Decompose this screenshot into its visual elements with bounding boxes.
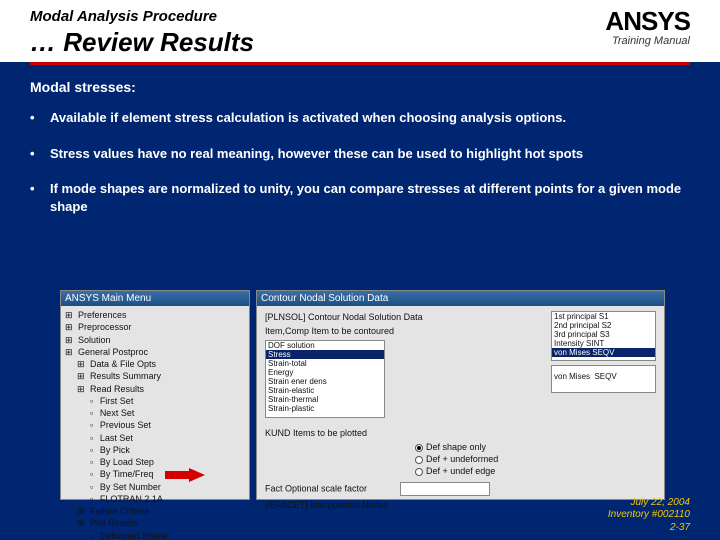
list-item[interactable]: Intensity SINT [552,339,655,348]
tree-title: ANSYS Main Menu [61,291,249,306]
dialog-panel: Contour Nodal Solution Data [PLNSOL] Con… [256,290,665,500]
tree-item[interactable]: ▫ Next Set [65,408,245,420]
list-item[interactable]: Strain ener dens [266,377,384,386]
radio-def-undef-edge[interactable]: Def + undef edge [415,466,656,476]
tree-item[interactable]: ⊞ Plot Results [65,518,245,530]
radio-def-shape-only[interactable]: Def shape only [415,442,656,452]
list-item[interactable]: Stress [266,350,384,359]
dialog-title: Contour Nodal Solution Data [257,291,664,306]
bullet-text: If mode shapes are normalized to unity, … [50,180,690,215]
dialog-body: [PLNSOL] Contour Nodal Solution Data Ite… [257,306,664,520]
ansys-logo: ANSYS [605,6,690,37]
bullet-list: •Available if element stress calculation… [30,109,690,215]
logo-block: ANSYS Training Manual [605,6,690,47]
radio-label: Def + undef edge [426,466,495,476]
header-overline: Modal Analysis Procedure [30,8,690,25]
tree-item[interactable]: ▫ Deformed Shape [65,531,245,540]
tree-item[interactable]: ⊞ Failure Criteria [65,506,245,518]
list-item[interactable]: von Mises SEQV [552,348,655,357]
bullet-text: Stress values have no real meaning, howe… [50,145,583,163]
list-item[interactable]: Strain-elastic [266,386,384,395]
tree-item[interactable]: ▫ By Pick [65,445,245,457]
fact-label: Fact Optional scale factor [265,483,367,493]
tree-item[interactable]: ⊞ Preferences [65,310,245,322]
radio-dot-icon [415,444,423,452]
tree-item[interactable]: ▫ FLOTRAN 2.1A [65,494,245,506]
list-item[interactable]: 3rd principal S3 [552,330,655,339]
logo-subtitle: Training Manual [605,35,690,47]
red-arrow-icon [165,468,205,482]
echo-value: SEQV [594,372,616,381]
bullet-item: •If mode shapes are normalized to unity,… [30,180,690,215]
tree-item[interactable]: ⊞ Read Results [65,384,245,396]
footer-block: July 22, 2004 Inventory #002110 2-37 [608,497,690,535]
tree-item[interactable]: ▫ First Set [65,396,245,408]
echo-label: von Mises [554,372,590,381]
tree-item[interactable]: ⊞ Preprocessor [65,322,245,334]
footer-page: 2-37 [608,522,690,535]
list-item[interactable]: Strain-total [266,359,384,368]
radio-label: Def + undeformed [426,454,498,464]
selection-echo: von Mises SEQV [551,365,656,393]
header-title: … Review Results [30,27,690,58]
list-item[interactable]: Strain-plastic [266,404,384,413]
item-list-left[interactable]: DOF solutionStressStrain-totalEnergyStra… [265,340,385,418]
list-item[interactable]: 2nd principal S2 [552,321,655,330]
tree-item[interactable]: ▫ By Time/Freq [65,469,245,481]
tree-item[interactable]: ⊞ Data & File Opts [65,359,245,371]
efacet-label: [/EFACET] Interpolation Nodes [265,500,388,510]
tree-item[interactable]: ⊞ General Postproc [65,347,245,359]
bullet-text: Available if element stress calculation … [50,109,566,127]
radio-dot-icon [415,468,423,476]
list-item[interactable]: 1st principal S1 [552,312,655,321]
footer-inventory: Inventory #002110 [608,509,690,522]
tree-panel: ANSYS Main Menu ⊞ Preferences⊞ Preproces… [60,290,250,500]
tree-item[interactable]: ⊞ Solution [65,335,245,347]
radio-label: Def shape only [426,442,486,452]
tree-item[interactable]: ⊞ Results Summary [65,371,245,383]
tree-item[interactable]: ▫ By Set Number [65,482,245,494]
list-item[interactable]: Strain-thermal [266,395,384,404]
tree-item[interactable]: ▫ Previous Set [65,420,245,432]
radio-def-undeformed[interactable]: Def + undeformed [415,454,656,464]
list-item[interactable]: Energy [266,368,384,377]
fact-input[interactable] [400,482,490,496]
footer-date: July 22, 2004 [608,497,690,510]
slide-header: Modal Analysis Procedure … Review Result… [0,0,720,62]
bullet-item: •Stress values have no real meaning, how… [30,145,690,163]
tree-body: ⊞ Preferences⊞ Preprocessor⊞ Solution⊞ G… [61,306,249,540]
fact-row: Fact Optional scale factor [265,482,656,496]
bullet-item: •Available if element stress calculation… [30,109,690,127]
content-area: Modal stresses: •Available if element st… [0,65,720,215]
radio-dot-icon [415,456,423,464]
tree-item[interactable]: ▫ Last Set [65,433,245,445]
kund-label: KUND Items to be plotted [265,428,656,438]
efacet-row: [/EFACET] Interpolation Nodes [265,500,656,510]
tree-item[interactable]: ▫ By Load Step [65,457,245,469]
item-list-right-group: 1st principal S12nd principal S23rd prin… [551,311,656,393]
screenshot-row: ANSYS Main Menu ⊞ Preferences⊞ Preproces… [60,290,665,500]
section-heading: Modal stresses: [30,79,690,95]
item-list-right[interactable]: 1st principal S12nd principal S23rd prin… [551,311,656,361]
list-item[interactable]: DOF solution [266,341,384,350]
